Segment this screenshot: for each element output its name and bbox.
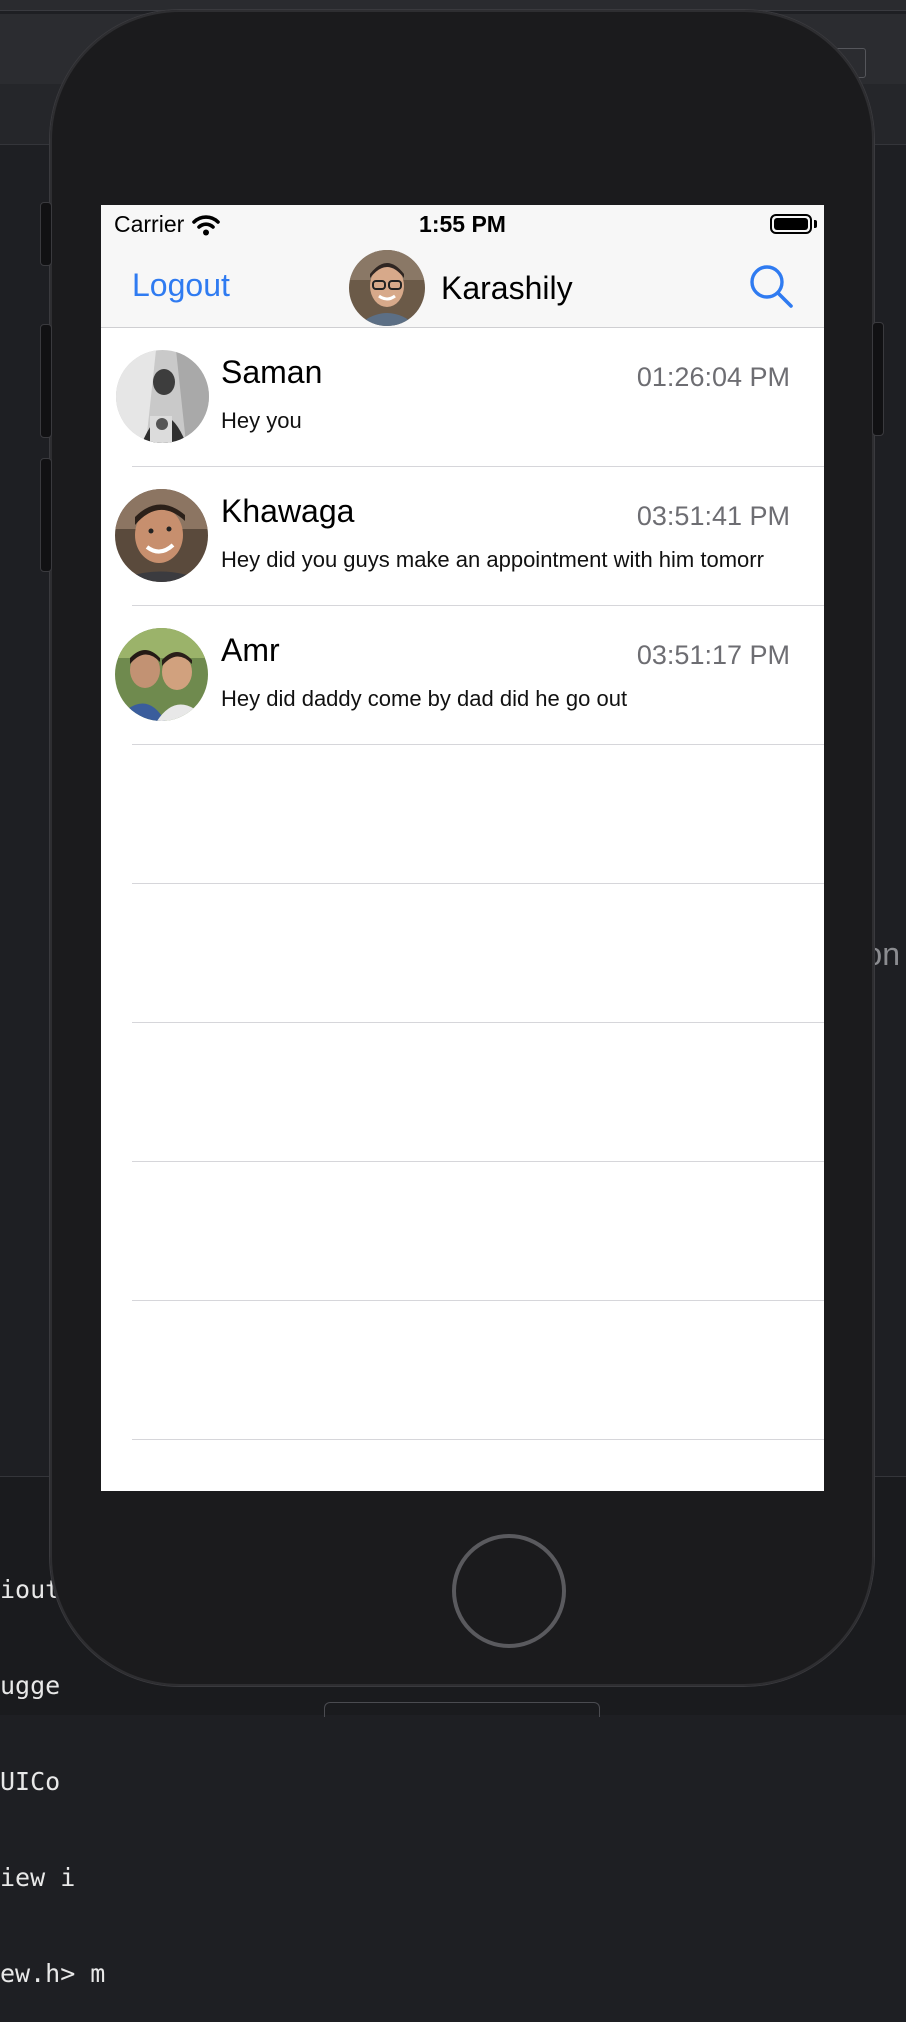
bottom-tab: [324, 1702, 600, 1717]
status-time: 1:55 PM: [419, 211, 506, 237]
avatar: [115, 628, 208, 721]
home-button[interactable]: [452, 1534, 566, 1648]
empty-row: [101, 745, 824, 884]
nav-profile[interactable]: Karashily: [349, 250, 573, 326]
battery-tip: [814, 220, 817, 228]
avatar: [115, 489, 208, 582]
row-separator: [132, 1439, 824, 1440]
message-time: 03:51:17 PM: [636, 640, 790, 670]
search-icon: [750, 265, 793, 308]
search-button[interactable]: [748, 263, 794, 309]
console-line: UICo: [0, 1767, 61, 1796]
empty-row: [101, 1301, 824, 1440]
conversation-list[interactable]: Saman 01:26:04 PM Hey you Khawaga 03:51:…: [101, 328, 824, 1491]
page-title: Karashily: [441, 269, 573, 306]
power-button: [872, 322, 884, 436]
empty-row: [101, 884, 824, 1023]
contact-name: Saman: [221, 354, 323, 390]
navigation-bar: Logout Karashily: [101, 245, 824, 328]
avatar: [349, 250, 425, 326]
empty-row: [101, 1023, 824, 1162]
mute-switch: [40, 202, 52, 266]
battery-icon: [770, 214, 812, 234]
message-time: 03:51:41 PM: [636, 501, 790, 531]
logout-button[interactable]: Logout: [132, 267, 230, 304]
volume-down-button: [40, 458, 52, 572]
list-item[interactable]: Khawaga 03:51:41 PM Hey did you guys mak…: [101, 467, 824, 606]
volume-up-button: [40, 324, 52, 438]
avatar: [116, 350, 209, 443]
list-item[interactable]: Saman 01:26:04 PM Hey you: [101, 328, 824, 467]
console-line: iew i: [0, 1863, 76, 1892]
app-screen: Carrier 1:55 PM Logout Karashily Saman 0…: [101, 205, 824, 1491]
contact-name: Khawaga: [221, 493, 355, 529]
list-item[interactable]: Amr 03:51:17 PM Hey did daddy come by da…: [101, 606, 824, 745]
status-bar: Carrier 1:55 PM: [101, 205, 824, 245]
console-line: ew.h> m: [0, 1959, 106, 1988]
contact-name: Amr: [221, 632, 280, 668]
message-time: 01:26:04 PM: [636, 362, 790, 392]
empty-row: [101, 1162, 824, 1301]
message-preview: Hey did daddy come by dad did he go out: [221, 686, 628, 711]
message-preview: Hey did you guys make an appointment wit…: [221, 547, 764, 572]
console-line: ugge: [0, 1671, 61, 1700]
message-preview: Hey you: [221, 408, 302, 433]
